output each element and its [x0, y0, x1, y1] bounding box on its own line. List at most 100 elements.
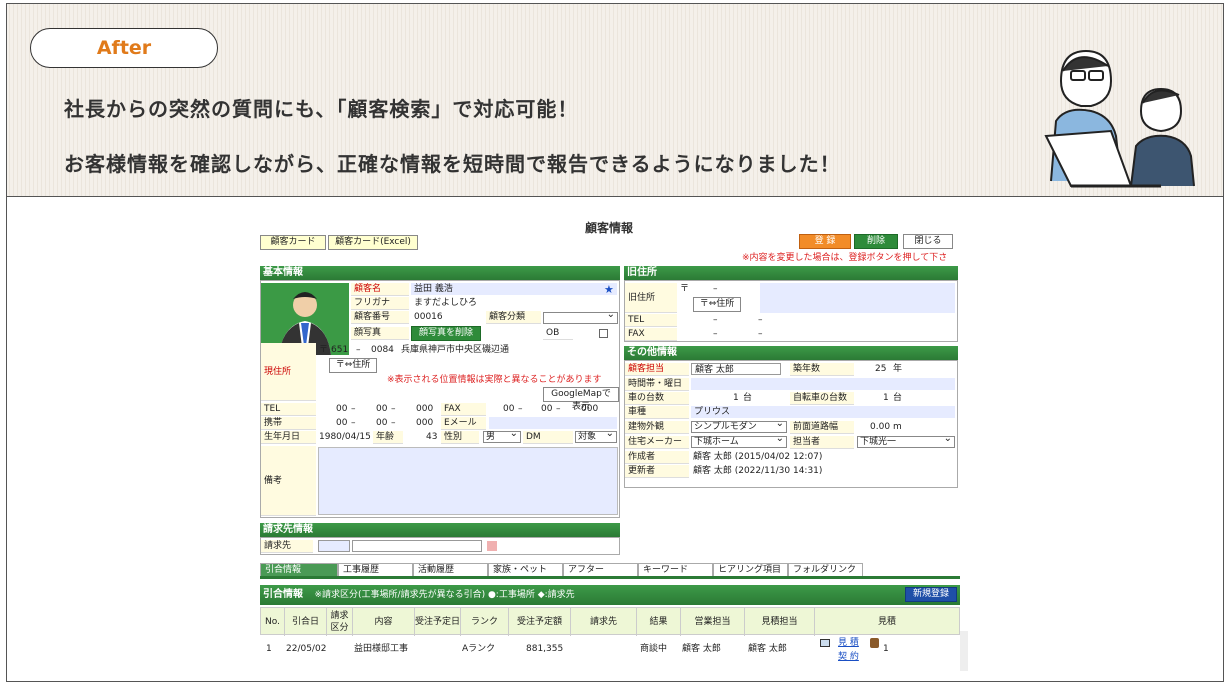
row-content[interactable]: 益田様邸工事 [354, 637, 408, 661]
owner-label: 担当者 [790, 436, 854, 449]
billing-name-field[interactable] [352, 540, 482, 552]
billing-code-field[interactable] [318, 540, 350, 552]
category-label: 顧客分類 [486, 311, 541, 324]
zip-address-button[interactable]: 〒⇔住所 [329, 358, 377, 373]
cars-unit: 台 [743, 393, 753, 403]
tab-family[interactable]: 家族・ペット [488, 563, 563, 576]
basic-info-panel: 顧客名 益田 義浩 ★ フリガナ ますだよしひろ 顧客番号 00016 顧客分類… [260, 280, 620, 518]
row-no: 1 [266, 644, 272, 654]
carmodel-field[interactable]: プリウス [691, 406, 955, 418]
staff-field[interactable]: 顧客 太郎 [691, 363, 781, 375]
bikes-value[interactable]: 1 [883, 392, 889, 405]
gender-select[interactable]: 男 [483, 429, 521, 443]
birth-value[interactable]: 1980/04/15 [319, 431, 371, 444]
col-estimate: 見積 [877, 617, 896, 627]
tel-2[interactable]: 00 [376, 403, 387, 416]
col-content: 内容 [353, 608, 415, 636]
old-zip-address-button[interactable]: 〒⇔住所 [693, 297, 741, 312]
age-label: 年齢 [373, 431, 403, 444]
maker-select[interactable]: 下城ホーム [691, 434, 787, 448]
new-inquiry-button[interactable]: 新規登録 [905, 587, 957, 602]
inquiry-title: 引合情報 [263, 589, 303, 600]
number-label: 顧客番号 [351, 311, 409, 324]
customer-card-button[interactable]: 顧客カード [260, 235, 326, 250]
postal-2[interactable]: 0084 [371, 344, 394, 357]
name-field[interactable]: 益田 義浩 [411, 283, 617, 295]
fax-2[interactable]: 00 [541, 403, 552, 416]
maker-label: 住宅メーカー [625, 436, 689, 449]
col-billing-type: 請求区分 [327, 608, 353, 636]
old-fax-label: FAX [625, 328, 677, 341]
inquiry-header: 引合情報 ※請求区分(工事場所/請求先が異なる引合) ●:工事場所 ◆:請求先 [260, 585, 960, 605]
time-field[interactable] [691, 378, 955, 390]
memo-textarea[interactable] [318, 447, 618, 515]
gender-label: 性別 [441, 431, 479, 444]
tab-construction[interactable]: 工事履歴 [338, 563, 413, 576]
age-value: 43 [426, 432, 438, 442]
dm-label: DM [523, 431, 573, 444]
email-label: Eメール [441, 417, 486, 430]
postal-1[interactable]: 651 [331, 344, 348, 357]
tel-3[interactable]: 000 [416, 403, 433, 416]
owner-select[interactable]: 下城光一 [857, 434, 955, 448]
ob-checkbox[interactable] [599, 329, 608, 338]
years-value[interactable]: 25 [875, 363, 886, 376]
kana-value: ますだよしひろ [414, 298, 478, 308]
exterior-label: 建物外観 [625, 421, 689, 434]
fax-3[interactable]: 000 [581, 403, 598, 416]
road-unit: m [893, 422, 902, 432]
address-value[interactable]: 兵庫県神戸市中央区磯辺通 [401, 344, 509, 357]
billing-header: 請求先情報 [260, 523, 620, 537]
other-info-panel: 顧客担当 顧客 太郎 築年数 25 年 時間帯・曜日 車の台数 1 台 自転車の… [624, 360, 958, 488]
favorite-star-icon[interactable]: ★ [604, 283, 614, 296]
mobile-3[interactable]: 000 [416, 417, 433, 430]
google-map-button[interactable]: GoogleMapで表示 [543, 387, 619, 412]
creator-value: 顧客 太郎 (2015/04/02 12:07) [693, 452, 823, 462]
col-result: 結果 [637, 608, 681, 636]
category-select[interactable] [543, 310, 618, 324]
carmodel-label: 車種 [625, 406, 689, 419]
delete-button[interactable]: 削除 [854, 234, 898, 249]
tab-hearing[interactable]: ヒアリング項目 [713, 563, 788, 576]
tab-after[interactable]: アフター [563, 563, 638, 576]
col-date: 引合日 [285, 608, 327, 636]
road-label: 前面道路幅 [790, 421, 854, 434]
customer-card-excel-button[interactable]: 顧客カード(Excel) [328, 235, 418, 250]
billing-clear-icon[interactable] [487, 541, 497, 551]
tab-folder[interactable]: フォルダリンク [788, 563, 863, 576]
road-value[interactable]: 0.00 [870, 421, 890, 434]
old-address-field[interactable] [760, 283, 955, 313]
address-label: 現住所 [261, 343, 316, 401]
close-button[interactable]: 閉じる [903, 234, 953, 249]
exterior-select[interactable]: シンプルモダン [691, 419, 787, 433]
time-label: 時間帯・曜日 [625, 378, 689, 391]
other-info-header: その他情報 [624, 346, 958, 360]
contract-link[interactable]: 契 約 [838, 645, 859, 669]
tab-activity[interactable]: 活動履歴 [413, 563, 488, 576]
col-billing: 請求先 [571, 608, 637, 636]
old-address-panel: 旧住所 〒 – 〒⇔住所 TEL – – FAX – – [624, 280, 958, 342]
years-label: 築年数 [790, 363, 854, 376]
mobile-1[interactable]: 00 [336, 417, 347, 430]
dm-select[interactable]: 対象 [575, 429, 617, 443]
updater-value: 顧客 太郎 (2022/11/30 14:31) [693, 466, 823, 476]
col-sales: 営業担当 [681, 608, 745, 636]
tab-divider [260, 576, 960, 579]
tab-keyword[interactable]: キーワード [638, 563, 713, 576]
fax-1[interactable]: 00 [503, 403, 514, 416]
email-field[interactable] [489, 417, 617, 429]
basic-info-header: 基本情報 [260, 266, 620, 280]
scrollbar[interactable] [960, 631, 968, 671]
cars-value[interactable]: 1 [733, 392, 739, 405]
tab-inquiry[interactable]: 引合情報 [260, 563, 338, 576]
tel-1[interactable]: 00 [336, 403, 347, 416]
years-unit: 年 [893, 364, 903, 374]
name-label: 顧客名 [351, 283, 409, 296]
mobile-2[interactable]: 00 [376, 417, 387, 430]
photo-delete-button[interactable]: 顔写真を削除 [411, 326, 481, 341]
register-button[interactable]: 登 録 [799, 234, 851, 249]
cars-label: 車の台数 [625, 392, 689, 405]
old-tel-label: TEL [625, 314, 677, 327]
old-address-label: 旧住所 [625, 283, 677, 313]
col-order-date: 受注予定日 [415, 608, 461, 636]
